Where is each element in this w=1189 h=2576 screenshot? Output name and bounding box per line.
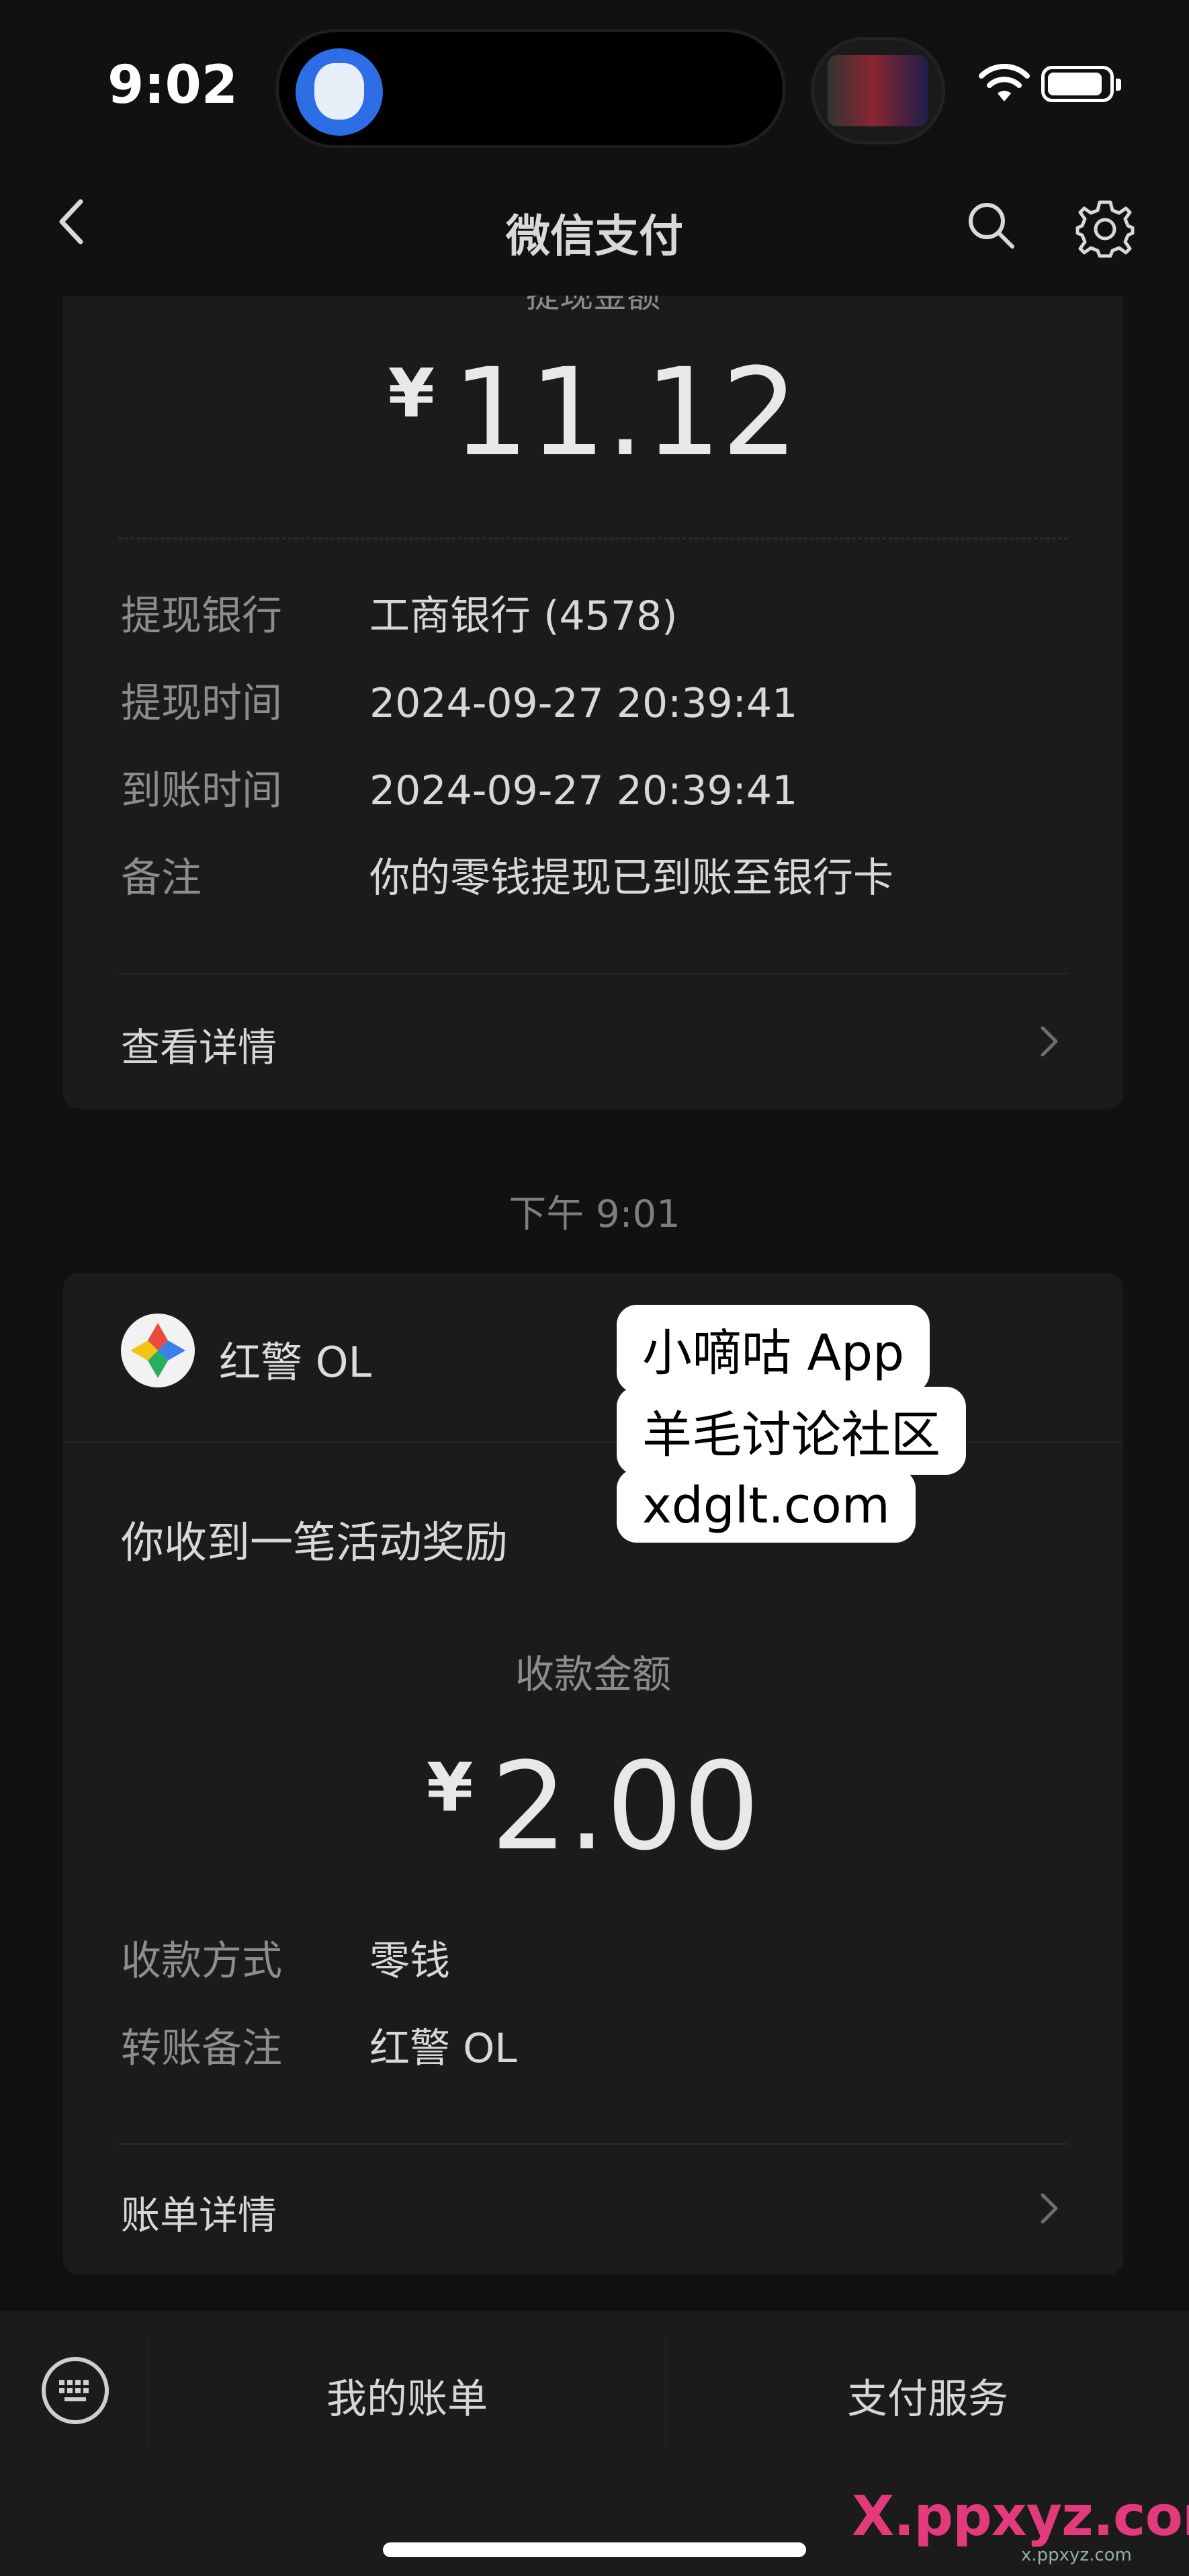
app-name[interactable]: 红警 OL	[219, 1328, 371, 1389]
gear-icon[interactable]	[1075, 198, 1135, 259]
bottom-bar: 我的账单 支付服务 X.ppxyz.com x.ppxyz.com	[0, 2311, 1189, 2576]
sticker-line: xdglt.com	[617, 1469, 916, 1543]
detail-row-arrival-time: 到账时间 2024-09-27 20:39:41	[121, 758, 797, 816]
sticker-line: 小嘀咕 App	[617, 1305, 930, 1393]
sticker-line: 羊毛讨论社区	[617, 1387, 966, 1475]
status-time: 9:02	[107, 55, 238, 116]
withdrawal-card: 提现金额 ¥11.12 提现银行 工商银行 (4578) 提现时间 2024-09-…	[63, 255, 1123, 1109]
bill-details-link[interactable]: 账单详情	[121, 2184, 277, 2240]
row-label: 备注	[121, 855, 202, 902]
row-label: 转账备注	[121, 2025, 282, 2072]
receive-amount-label: 收款金额	[515, 1651, 671, 1697]
detail-row-payment-method: 收款方式 零钱	[121, 1928, 450, 1987]
divider	[118, 973, 1068, 974]
row-value: 工商银行 (4578)	[369, 593, 678, 640]
time-separator: 下午 9:01	[509, 1193, 680, 1236]
view-details-link[interactable]: 查看详情	[121, 1016, 277, 1072]
wifi-icon	[979, 64, 1030, 101]
receive-amount: ¥2.00	[63, 1737, 1123, 1877]
keyboard-icon[interactable]	[42, 2357, 109, 2424]
tab-payment-services[interactable]: 支付服务	[666, 2366, 1189, 2425]
row-label: 提现银行	[121, 593, 282, 640]
corner-watermark-small: x.ppxyz.com	[1021, 2545, 1132, 2565]
nav-bar: 微信支付	[0, 148, 1189, 296]
avatar-icon	[296, 48, 383, 136]
row-label: 到账时间	[121, 767, 282, 814]
detail-row-withdraw-time: 提现时间 2024-09-27 20:39:41	[121, 671, 797, 729]
row-value: 红警 OL	[369, 2025, 517, 2072]
row-value: 零钱	[369, 1938, 450, 1985]
row-value: 2024-09-27 20:39:41	[369, 767, 798, 814]
reward-message: 你收到一笔活动奖励	[121, 1518, 508, 1568]
chevron-right-icon	[1041, 1026, 1058, 1057]
row-label: 收款方式	[121, 1938, 282, 1985]
row-value: 你的零钱提现已到账至银行卡	[369, 855, 893, 902]
amount-value: 11.12	[452, 343, 799, 483]
corner-watermark: X.ppxyz.com	[852, 2485, 1189, 2548]
row-value: 2024-09-27 20:39:41	[369, 680, 798, 727]
app-logo[interactable]	[121, 1314, 195, 1387]
currency-symbol: ¥	[426, 1748, 474, 1827]
chevron-right-icon	[1041, 2193, 1058, 2224]
tab-my-bills[interactable]: 我的账单	[149, 2366, 665, 2425]
search-icon[interactable]	[964, 198, 1018, 252]
currency-symbol: ¥	[388, 353, 435, 433]
detail-row-transfer-remark: 转账备注 红警 OL	[121, 2016, 517, 2074]
row-label: 提现时间	[121, 680, 282, 727]
detail-row-remark: 备注 你的零钱提现已到账至银行卡	[121, 845, 893, 904]
home-indicator[interactable]	[383, 2542, 806, 2557]
amount-value: 2.00	[490, 1737, 760, 1877]
battery-icon	[1041, 66, 1121, 102]
detail-row-bank: 提现银行 工商银行 (4578)	[121, 583, 678, 642]
divider	[118, 2143, 1068, 2145]
divider	[118, 538, 1068, 540]
status-bar: 9:02	[0, 0, 1189, 148]
withdraw-amount: ¥11.12	[63, 343, 1123, 483]
live-activity-thumbnail[interactable]	[814, 40, 942, 141]
